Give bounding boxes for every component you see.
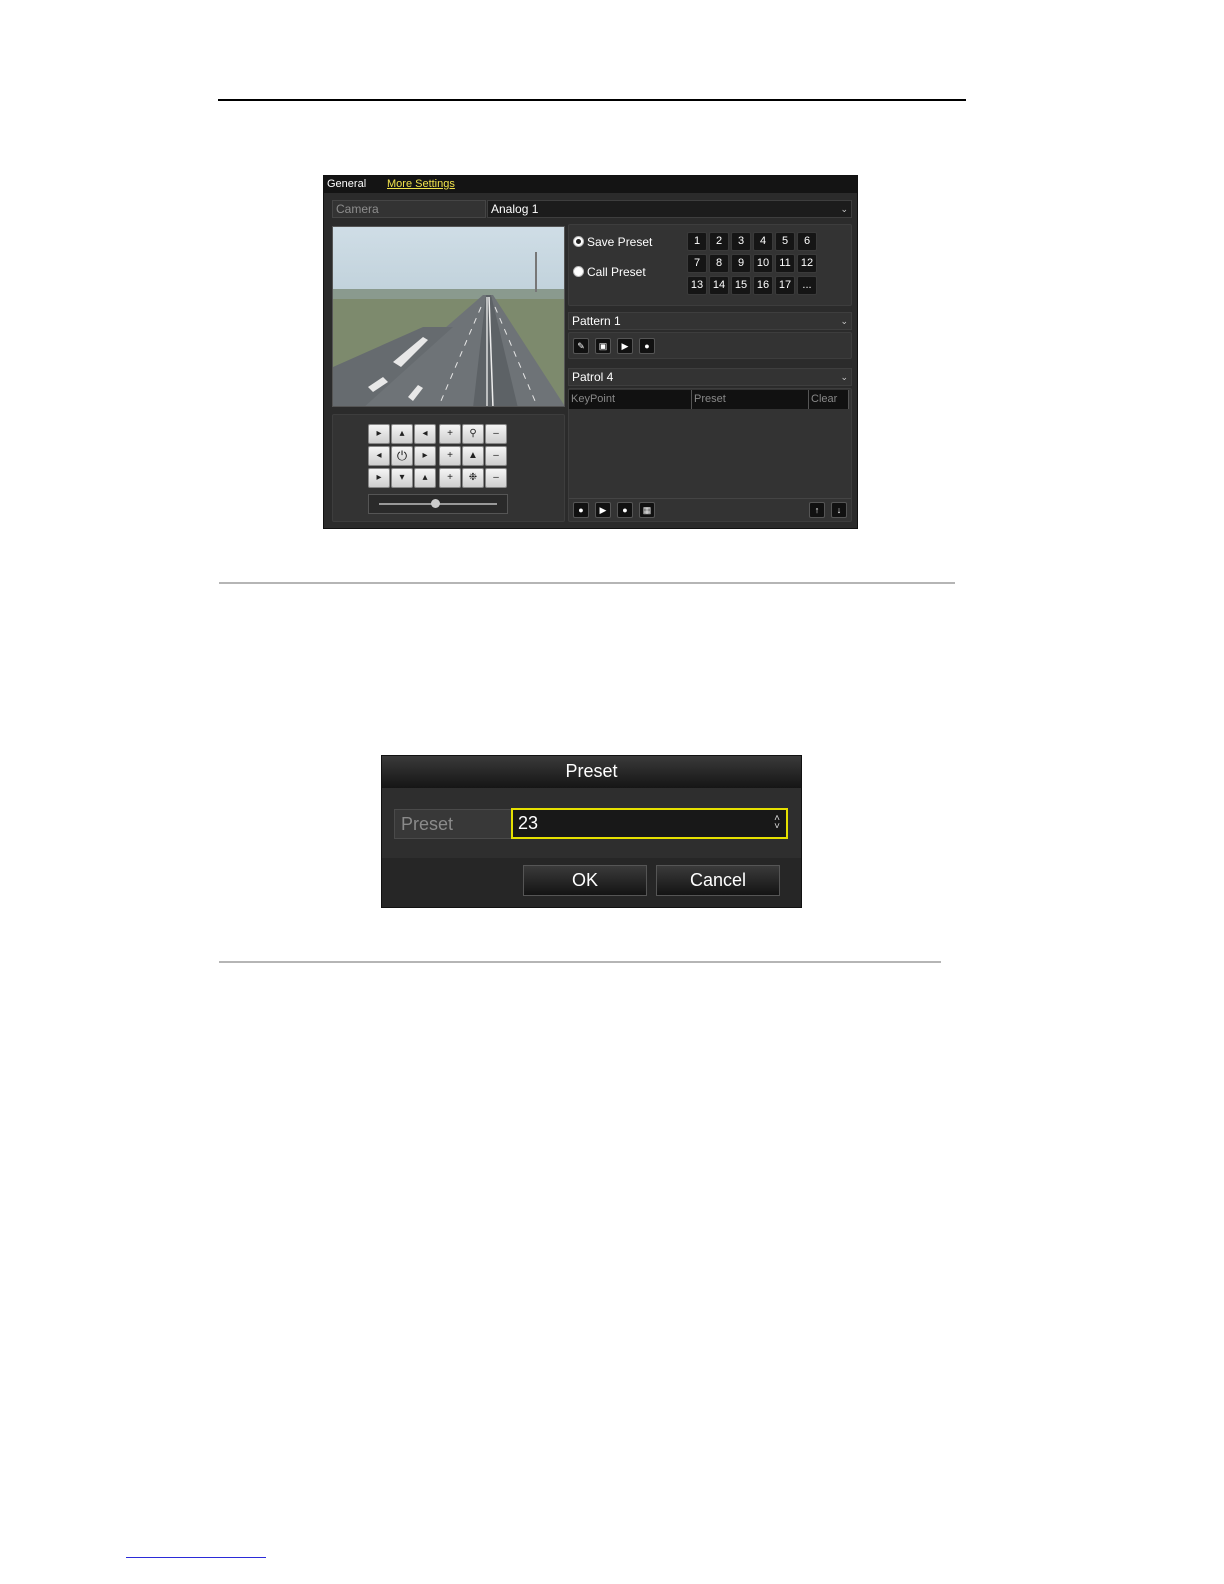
- ptz-settings-panel: General More Settings Camera Analog 1 ⌄: [323, 175, 858, 529]
- figure-divider: [219, 582, 955, 584]
- ok-button[interactable]: OK: [523, 865, 647, 896]
- focus-icon: ▲: [462, 446, 484, 466]
- iris-open-button[interactable]: +: [439, 468, 461, 488]
- camera-label: Camera: [332, 200, 486, 218]
- up-button[interactable]: ▴: [391, 424, 413, 444]
- preset-number-button[interactable]: 4: [753, 232, 773, 251]
- preset-number-button[interactable]: 2: [709, 232, 729, 251]
- down-left-button[interactable]: ▸: [368, 468, 390, 488]
- camera-preview-image: [332, 226, 565, 407]
- preset-number-input[interactable]: 23 ˄ ˅: [511, 808, 788, 839]
- iris-close-button[interactable]: –: [485, 468, 507, 488]
- tab-more-settings[interactable]: More Settings: [387, 178, 455, 191]
- header-rule: [218, 99, 966, 101]
- save-preset-radio[interactable]: Save Preset: [573, 235, 652, 249]
- play-pattern-icon[interactable]: ▶: [617, 338, 633, 354]
- spinner-icon[interactable]: ˄ ˅: [774, 814, 780, 832]
- preset-number-button[interactable]: 6: [797, 232, 817, 251]
- preset-number-button[interactable]: 12: [797, 254, 817, 273]
- left-button[interactable]: ◂: [368, 446, 390, 466]
- play-patrol-icon[interactable]: ▶: [595, 502, 611, 518]
- figure-divider: [219, 961, 941, 963]
- tab-general[interactable]: General: [327, 178, 366, 191]
- focus-far-button[interactable]: –: [485, 446, 507, 466]
- preset-number-button[interactable]: 7: [687, 254, 707, 273]
- pattern-select[interactable]: Pattern 1 ⌄: [568, 312, 852, 330]
- preset-number-button[interactable]: 16: [753, 276, 773, 295]
- preset-dialog: Preset Preset 23 ˄ ˅ OK Cancel: [381, 755, 802, 908]
- preset-number-button[interactable]: 1: [687, 232, 707, 251]
- radio-selected-icon: [573, 236, 584, 247]
- down-button[interactable]: ▾: [391, 468, 413, 488]
- stop-pattern-icon[interactable]: ●: [639, 338, 655, 354]
- preset-number-value: 23: [518, 813, 539, 833]
- radio-unselected-icon: [573, 266, 584, 277]
- preset-number-button[interactable]: 17: [775, 276, 795, 295]
- chevron-down-icon: ⌄: [840, 316, 848, 326]
- preset-field-label: Preset: [394, 809, 512, 839]
- down-right-button[interactable]: ▴: [414, 468, 436, 488]
- zoom-icon: ⚲: [462, 424, 484, 444]
- preset-number-button[interactable]: 9: [731, 254, 751, 273]
- camera-select[interactable]: Analog 1 ⌄: [487, 200, 852, 218]
- chevron-down-icon: ⌄: [840, 372, 848, 382]
- zoom-out-button[interactable]: –: [485, 424, 507, 444]
- preset-number-button[interactable]: 14: [709, 276, 729, 295]
- patrol-select[interactable]: Patrol 4 ⌄: [568, 368, 852, 386]
- preset-number-button[interactable]: 13: [687, 276, 707, 295]
- up-left-button[interactable]: ▸: [368, 424, 390, 444]
- focus-near-button[interactable]: +: [439, 446, 461, 466]
- table-header-keypoint: KeyPoint: [569, 390, 692, 409]
- preset-number-button[interactable]: 8: [709, 254, 729, 273]
- preset-number-button[interactable]: 15: [731, 276, 751, 295]
- add-keypoint-icon[interactable]: ●: [573, 502, 589, 518]
- footer-link-underline: [126, 1557, 266, 1558]
- arrow-up-icon[interactable]: ↑: [809, 502, 825, 518]
- right-button[interactable]: ▸: [414, 446, 436, 466]
- chevron-down-icon: ⌄: [840, 204, 848, 214]
- table-header-clear: Clear: [809, 390, 849, 409]
- delete-icon[interactable]: ▦: [639, 502, 655, 518]
- table-header-preset: Preset: [692, 390, 809, 409]
- cancel-button[interactable]: Cancel: [656, 865, 780, 896]
- save-pattern-icon[interactable]: ▣: [595, 338, 611, 354]
- preset-number-button[interactable]: 11: [775, 254, 795, 273]
- edit-pattern-icon[interactable]: ✎: [573, 338, 589, 354]
- arrow-down-icon[interactable]: ↓: [831, 502, 847, 518]
- pattern-select-value: Pattern 1: [572, 314, 621, 328]
- preset-number-button[interactable]: 3: [731, 232, 751, 251]
- preset-number-button[interactable]: 10: [753, 254, 773, 273]
- call-preset-label: Call Preset: [587, 265, 646, 279]
- stop-patrol-icon[interactable]: ●: [617, 502, 633, 518]
- auto-rotate-button[interactable]: ⏻: [391, 446, 413, 466]
- save-preset-label: Save Preset: [587, 235, 653, 249]
- table-divider: [569, 498, 851, 499]
- dialog-title: Preset: [382, 756, 801, 788]
- preset-number-button[interactable]: 5: [775, 232, 795, 251]
- iris-icon: ❉: [462, 468, 484, 488]
- call-preset-radio[interactable]: Call Preset: [573, 265, 646, 279]
- slider-handle[interactable]: [431, 499, 440, 508]
- up-right-button[interactable]: ◂: [414, 424, 436, 444]
- speed-slider[interactable]: [368, 494, 508, 514]
- patrol-select-value: Patrol 4: [572, 370, 614, 384]
- camera-select-value: Analog 1: [491, 202, 539, 216]
- zoom-in-button[interactable]: +: [439, 424, 461, 444]
- more-presets-button[interactable]: ...: [797, 276, 817, 295]
